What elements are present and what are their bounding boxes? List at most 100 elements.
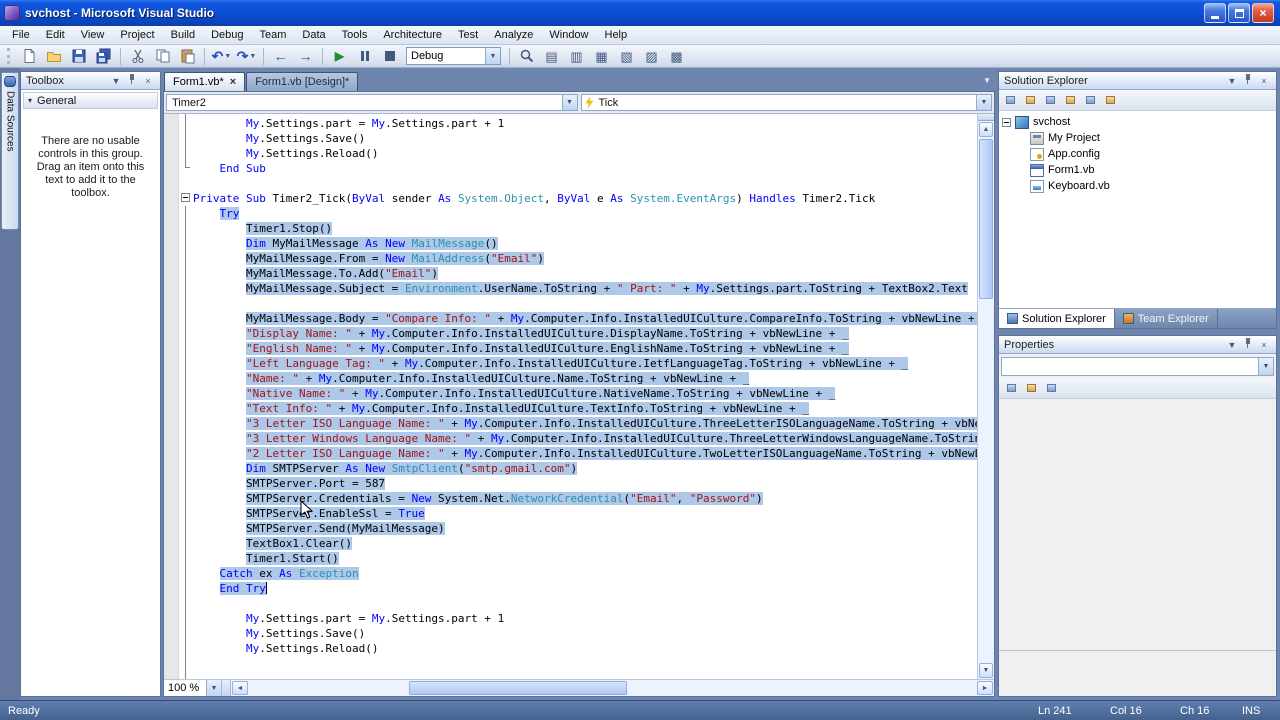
combo-dropdown-icon[interactable]: ▼ (206, 680, 221, 696)
menu-help[interactable]: Help (597, 27, 636, 43)
document-tab[interactable]: Form1.vb* × (164, 72, 246, 91)
properties-header[interactable]: Properties ▼ × (999, 336, 1276, 354)
dock-tab-solution-explorer[interactable]: Solution Explorer (999, 309, 1115, 328)
menu-team[interactable]: Team (252, 27, 295, 43)
tree-item-app-config[interactable]: App.config (999, 146, 1276, 162)
combo-dropdown-icon[interactable]: ▼ (1258, 358, 1273, 375)
error-list-icon[interactable]: ▨ (640, 46, 663, 66)
close-button[interactable]: × (1252, 3, 1274, 23)
properties-window-icon[interactable]: ▥ (565, 46, 588, 66)
window-position-icon[interactable]: ▼ (109, 74, 123, 88)
window-position-icon[interactable]: ▼ (1225, 74, 1239, 88)
navigate-forward-icon[interactable]: → (294, 46, 317, 66)
code-line[interactable]: "2 Letter ISO Language Name: " + My.Comp… (193, 446, 977, 461)
code-line[interactable]: Dim MyMailMessage As New MailMessage() (193, 236, 977, 251)
dock-tab-team-explorer[interactable]: Team Explorer (1115, 309, 1218, 328)
collapse-region-icon[interactable] (181, 193, 190, 202)
scroll-down-icon[interactable]: ▼ (979, 663, 993, 678)
scroll-left-icon[interactable]: ◄ (232, 681, 248, 695)
code-line[interactable]: My.Settings.Save() (193, 626, 977, 641)
tree-item-keyboard-vb[interactable]: Keyboard.vb (999, 178, 1276, 194)
code-line[interactable]: "English Name: " + My.Computer.Info.Inst… (193, 341, 977, 356)
maximize-button[interactable] (1228, 3, 1250, 23)
alphabetical-icon[interactable] (1023, 380, 1040, 396)
code-line[interactable]: MyMailMessage.Subject = Environment.User… (193, 281, 977, 296)
data-sources-tab[interactable]: Data Sources (1, 72, 19, 230)
categorized-icon[interactable] (1003, 380, 1020, 396)
menu-analyze[interactable]: Analyze (486, 27, 541, 43)
scroll-up-icon[interactable]: ▲ (979, 122, 993, 137)
object-dropdown[interactable]: Timer2 ▼ (166, 94, 578, 111)
property-pages-icon[interactable] (1043, 380, 1060, 396)
pin-icon[interactable] (1241, 73, 1255, 89)
code-line[interactable]: My.Settings.Reload() (193, 641, 977, 656)
combo-dropdown-icon[interactable]: ▼ (976, 95, 991, 110)
redo-icon[interactable]: ↷ ▼ (235, 46, 258, 66)
tree-item-svchost[interactable]: svchost (999, 114, 1276, 130)
code-line[interactable]: End Sub (193, 161, 977, 176)
code-line[interactable]: My.Settings.part = My.Settings.part + 1 (193, 116, 977, 131)
code-line[interactable]: MyMailMessage.To.Add("Email") (193, 266, 977, 281)
combo-dropdown-icon[interactable]: ▼ (485, 48, 500, 64)
save-icon[interactable] (67, 46, 90, 66)
tree-item-my-project[interactable]: My Project (999, 130, 1276, 146)
code-line[interactable]: My.Settings.part = My.Settings.part + 1 (193, 611, 977, 626)
code-line[interactable] (193, 176, 977, 191)
splitter-grip[interactable] (222, 680, 231, 696)
code-line[interactable]: Timer1.Start() (193, 551, 977, 566)
menu-project[interactable]: Project (112, 27, 162, 43)
event-dropdown[interactable]: Tick ▼ (580, 94, 992, 111)
toolbox-icon[interactable]: ▧ (615, 46, 638, 66)
menu-architecture[interactable]: Architecture (375, 27, 450, 43)
menu-tools[interactable]: Tools (334, 27, 376, 43)
pin-icon[interactable] (125, 73, 139, 89)
output-window-icon[interactable]: ▩ (665, 46, 688, 66)
solution-explorer-icon[interactable]: ▤ (540, 46, 563, 66)
menu-edit[interactable]: Edit (38, 27, 73, 43)
code-line[interactable]: MyMailMessage.Body = "Compare Info: " + … (193, 311, 977, 326)
breakpoint-gutter[interactable] (164, 114, 179, 679)
code-line[interactable]: "Display Name: " + My.Computer.Info.Inst… (193, 326, 977, 341)
code-line[interactable]: TextBox1.Clear() (193, 536, 977, 551)
find-icon[interactable] (515, 46, 538, 66)
tree-item-form1-vb[interactable]: Form1.vb (999, 162, 1276, 178)
code-line[interactable]: SMTPServer.Credentials = New System.Net.… (193, 491, 977, 506)
new-project-icon[interactable] (17, 46, 40, 66)
collapse-icon[interactable] (1002, 117, 1011, 127)
menu-test[interactable]: Test (450, 27, 486, 43)
refresh-icon[interactable] (1042, 92, 1059, 108)
menu-window[interactable]: Window (541, 27, 596, 43)
save-all-icon[interactable] (92, 46, 115, 66)
code-line[interactable]: MyMailMessage.From = New MailAddress("Em… (193, 251, 977, 266)
close-icon[interactable]: × (1257, 74, 1271, 88)
minimize-button[interactable] (1204, 3, 1226, 23)
scroll-right-icon[interactable]: ► (977, 681, 993, 695)
scrollbar-thumb[interactable] (979, 139, 993, 299)
properties-object-dropdown[interactable]: ▼ (1001, 357, 1274, 376)
code-line[interactable]: "3 Letter ISO Language Name: " + My.Comp… (193, 416, 977, 431)
view-designer-icon[interactable] (1082, 92, 1099, 108)
window-position-icon[interactable]: ▼ (1225, 338, 1239, 352)
view-code-icon[interactable] (1062, 92, 1079, 108)
code-line[interactable]: My.Settings.Reload() (193, 146, 977, 161)
debug-target-combo[interactable]: Debug ▼ (406, 47, 501, 65)
tab-close-icon[interactable]: × (230, 76, 236, 88)
code-line[interactable]: SMTPServer.EnableSsl = True (193, 506, 977, 521)
combo-dropdown-icon[interactable]: ▼ (561, 95, 577, 110)
document-tab[interactable]: Form1.vb [Design]* (246, 72, 359, 91)
solution-explorer-header[interactable]: Solution Explorer ▼ × (999, 72, 1276, 90)
menu-view[interactable]: View (73, 27, 113, 43)
show-all-files-icon[interactable] (1022, 92, 1039, 108)
code-line[interactable]: "Text Info: " + My.Computer.Info.Install… (193, 401, 977, 416)
menu-file[interactable]: File (4, 27, 38, 43)
toolbox-header[interactable]: Toolbox ▼ × (21, 72, 160, 90)
horizontal-scrollbar[interactable] (249, 680, 976, 696)
stop-debugging-icon[interactable] (378, 46, 401, 66)
undo-icon[interactable]: ↶ ▼ (210, 46, 233, 66)
properties-icon[interactable] (1002, 92, 1019, 108)
properties-grid[interactable] (999, 399, 1276, 650)
split-handle[interactable] (978, 114, 994, 121)
toolbox-group-general[interactable]: ▾ General (23, 92, 158, 109)
paste-icon[interactable] (176, 46, 199, 66)
outline-margin[interactable] (179, 114, 193, 679)
